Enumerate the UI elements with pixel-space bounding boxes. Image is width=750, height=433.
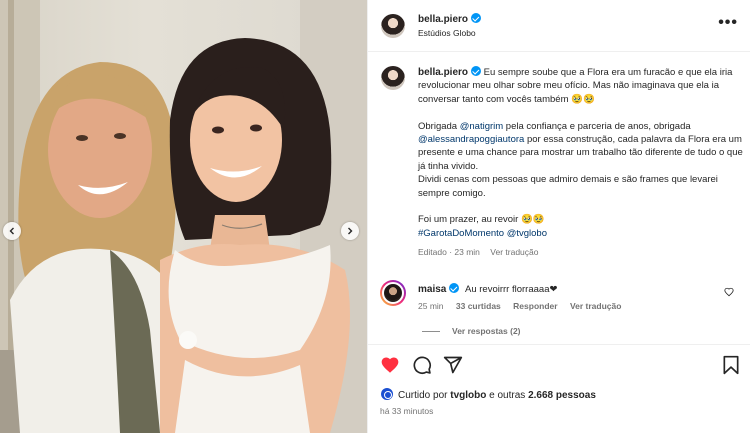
- caption-text: Dividi cenas com pessoas que admiro dema…: [418, 174, 718, 199]
- next-photo-button[interactable]: [341, 222, 359, 240]
- liker-avatar[interactable]: [380, 387, 394, 401]
- caption-username[interactable]: bella.piero: [418, 67, 468, 78]
- comment-meta: 25 min 33 curtidas Responder Ver traduçã…: [418, 301, 718, 311]
- comment-time: 25 min: [418, 301, 444, 311]
- caption-text: Obrigada: [418, 120, 460, 132]
- hashtag-link[interactable]: #GarotaDoMomento: [418, 228, 504, 239]
- caption-text: pela confiança e parceria de anos, obrig…: [503, 120, 691, 132]
- comment-text: Au revoirrr florraaaa❤: [465, 284, 558, 295]
- liker-username[interactable]: tvglobo: [450, 390, 486, 401]
- caption-text: Foi um prazer, au revoir 🥹🥹: [418, 214, 545, 226]
- likes-count[interactable]: 2.668 pessoas: [528, 390, 596, 401]
- comment-like-heart-icon[interactable]: [724, 287, 734, 297]
- post-time-ago[interactable]: há 33 minutos: [380, 406, 433, 416]
- view-replies-label: Ver respostas (2): [452, 326, 521, 336]
- caption-author-avatar[interactable]: [381, 66, 405, 90]
- share-icon[interactable]: [443, 355, 463, 375]
- caption-meta: Editado · 23 min Ver tradução: [418, 246, 743, 259]
- post-photo: [0, 0, 367, 433]
- commenter-avatar[interactable]: [380, 280, 406, 306]
- mention-link[interactable]: @alessandrapoggiautora: [418, 134, 524, 145]
- view-replies-button[interactable]: Ver respostas (2): [422, 326, 521, 336]
- author-avatar[interactable]: [381, 14, 405, 38]
- comment-translate-link[interactable]: Ver tradução: [570, 301, 622, 311]
- see-translation-link[interactable]: Ver tradução: [490, 247, 538, 257]
- replies-divider: [422, 331, 440, 333]
- author-info: bella.piero: [418, 13, 482, 25]
- comment-likes[interactable]: 33 curtidas: [456, 301, 501, 311]
- comment-icon[interactable]: [412, 355, 432, 375]
- previous-photo-button[interactable]: [3, 222, 21, 240]
- post-caption: bella.piero Eu sempre soube que a Flora …: [418, 66, 743, 260]
- author-username[interactable]: bella.piero: [418, 14, 468, 25]
- verified-badge-icon: [471, 13, 482, 23]
- post-details-panel: bella.piero Estúdios Globo ••• bella.pie…: [367, 0, 750, 433]
- photo-illustration: [0, 0, 367, 433]
- post-location[interactable]: Estúdios Globo: [418, 28, 476, 38]
- edited-timestamp: Editado · 23 min: [418, 247, 480, 258]
- reply-button[interactable]: Responder: [513, 301, 557, 311]
- verified-badge-icon: [449, 283, 460, 293]
- post-header: bella.piero Estúdios Globo •••: [368, 0, 750, 52]
- commenter-username[interactable]: maisa: [418, 284, 446, 295]
- more-options-button[interactable]: •••: [718, 14, 738, 32]
- liked-by-summary: Curtido por tvglobo e outras 2.668 pesso…: [380, 387, 596, 401]
- verified-badge-icon: [471, 66, 482, 76]
- post-actions: Curtido por tvglobo e outras 2.668 pesso…: [368, 344, 750, 433]
- liked-by-suffix: e outras: [486, 390, 529, 401]
- bookmark-icon[interactable]: [722, 355, 740, 375]
- chevron-left-icon: [9, 227, 14, 235]
- liked-by-prefix: Curtido por: [398, 390, 451, 401]
- mention-link[interactable]: @natigrim: [460, 121, 503, 132]
- chevron-right-icon: [348, 227, 353, 235]
- heart-filled-icon[interactable]: [380, 355, 400, 375]
- mention-link[interactable]: @tvglobo: [507, 228, 547, 239]
- comment-body: maisa Au revoirrr florraaaa❤: [418, 283, 557, 295]
